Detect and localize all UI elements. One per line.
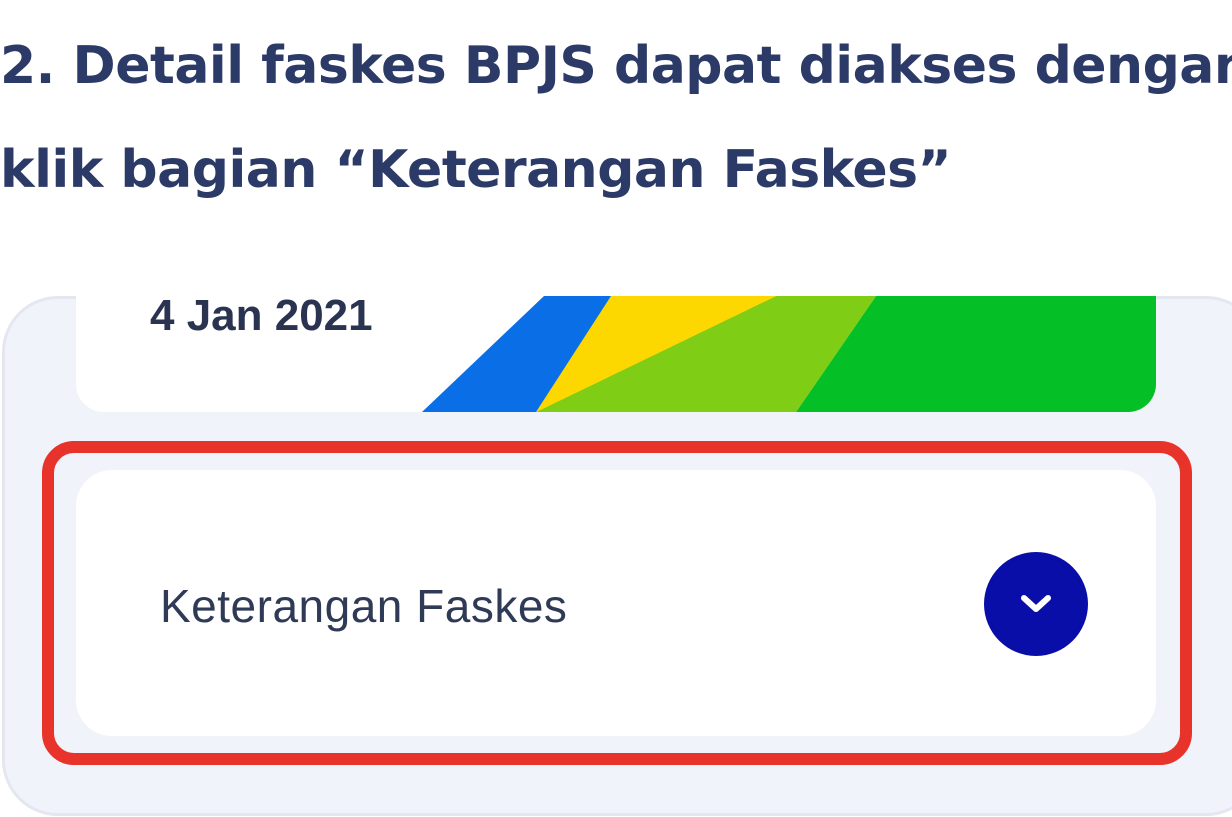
keterangan-faskes-dropdown[interactable]: Keterangan Faskes [76, 470, 1156, 736]
instruction-line-2: klik bagian “Keterangan Faskes” [0, 140, 952, 200]
card-date: 4 Jan 2021 [150, 296, 373, 340]
tutorial-screen: 2. Detail faskes BPJS dapat diakses deng… [0, 0, 1232, 817]
instruction-heading: 2. Detail faskes BPJS dapat diakses deng… [0, 14, 1232, 222]
expand-button[interactable] [984, 552, 1088, 656]
chevron-down-icon [1021, 595, 1051, 612]
bpjs-card: 4 Jan 2021 [76, 296, 1156, 412]
instruction-line-1: 2. Detail faskes BPJS dapat diakses deng… [0, 36, 1232, 96]
dropdown-label: Keterangan Faskes [160, 580, 568, 632]
